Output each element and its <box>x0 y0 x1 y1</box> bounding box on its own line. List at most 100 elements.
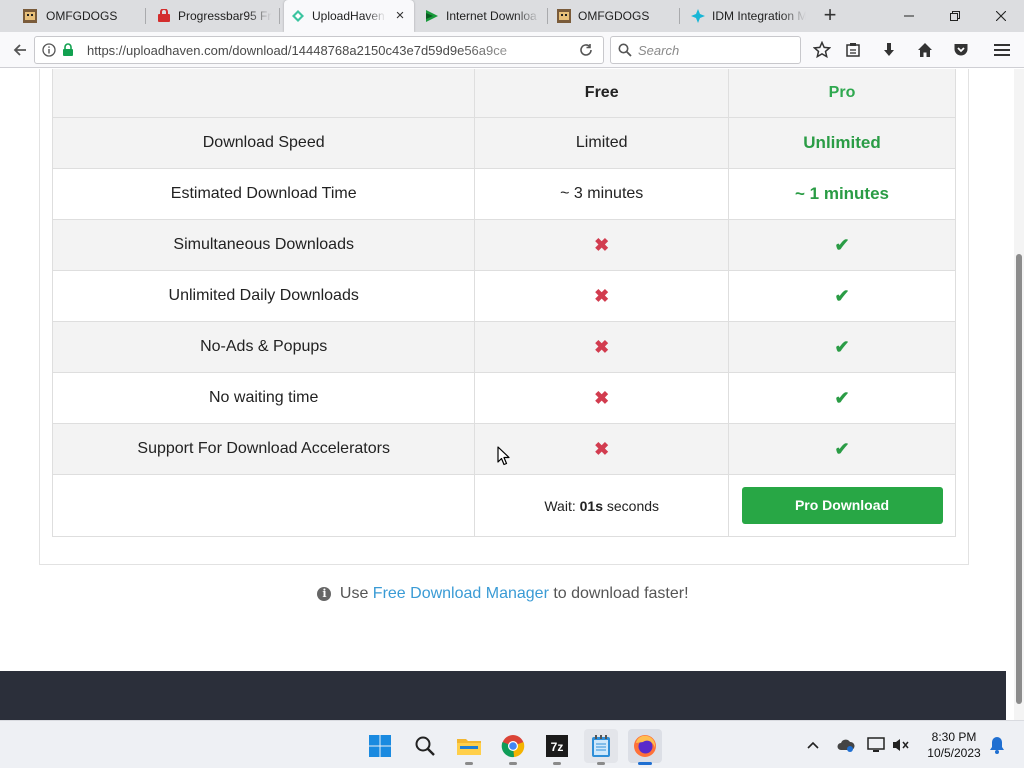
clipboard-icon <box>846 43 860 57</box>
table-header-row: Free Pro <box>51 69 956 118</box>
chevron-up-icon <box>807 741 819 749</box>
pro-value: Unlimited <box>728 117 956 169</box>
tip-suffix: to download faster! <box>553 585 689 602</box>
svg-text:7z: 7z <box>551 740 564 754</box>
close-tab-icon[interactable]: × <box>392 8 408 24</box>
pro-download-cell: Pro Download <box>728 474 956 537</box>
folder-icon <box>457 739 481 755</box>
home-icon <box>918 43 932 57</box>
search-icon <box>618 43 632 57</box>
feature-label: Unlimited Daily Downloads <box>51 270 476 322</box>
info-icon <box>42 43 56 57</box>
uploadhaven-favicon-icon <box>292 10 304 22</box>
minimize-icon <box>904 15 914 17</box>
reload-icon[interactable] <box>579 43 593 57</box>
bookmark-star-button[interactable] <box>810 38 834 62</box>
new-tab-button[interactable]: + <box>818 4 842 28</box>
cross-icon: ✖ <box>474 270 730 322</box>
show-hidden-icons-button[interactable] <box>803 735 823 755</box>
table-row: Simultaneous Downloads ✖ ✔ <box>51 219 956 271</box>
action-row: Wait: 01s seconds Pro Download <box>51 474 956 537</box>
url-text: https://uploadhaven.com/download/1444876… <box>87 43 507 58</box>
back-button[interactable] <box>8 38 32 62</box>
pocket-button[interactable] <box>949 38 973 62</box>
cross-icon: ✖ <box>474 372 730 424</box>
feature-label: No-Ads & Popups <box>51 321 476 373</box>
7zip-icon: 7z <box>546 735 568 757</box>
tab-idm-integration[interactable]: IDM Integration M <box>684 0 814 32</box>
windows-logo-icon <box>369 735 391 757</box>
firefox-icon <box>634 735 656 757</box>
feature-label: Estimated Download Time <box>51 168 476 220</box>
volume-tray[interactable] <box>891 735 911 755</box>
pro-value: ~ 1 minutes <box>728 168 956 220</box>
7zip-button[interactable]: 7z <box>540 729 574 765</box>
table-row: No waiting time ✖ ✔ <box>51 372 956 424</box>
check-icon: ✔ <box>728 270 956 322</box>
pocket-icon <box>954 44 968 56</box>
tab-internet-download[interactable]: Internet Downloa <box>418 0 548 32</box>
notifications-button[interactable] <box>987 735 1007 755</box>
file-explorer-button[interactable] <box>452 729 486 765</box>
tab-progressbar95[interactable]: Progressbar95 Fr <box>150 0 280 32</box>
page-footer <box>0 671 1006 720</box>
feature-label: Download Speed <box>51 117 476 169</box>
free-download-manager-link[interactable]: Free Download Manager <box>373 585 549 602</box>
dog-favicon-icon <box>23 9 37 23</box>
taskbar-search-button[interactable] <box>408 729 442 763</box>
tab-title: UploadHaven <box>312 9 385 23</box>
monitor-icon <box>867 737 885 752</box>
feature-label: Support For Download Accelerators <box>51 423 476 475</box>
download-arrow-icon <box>884 43 894 56</box>
url-bar[interactable]: https://uploadhaven.com/download/1444876… <box>34 36 604 64</box>
menu-button[interactable] <box>990 38 1014 62</box>
mouse-cursor-icon <box>497 446 510 466</box>
bell-icon <box>990 737 1004 754</box>
downloads-button[interactable] <box>877 38 901 62</box>
scrollbar-thumb[interactable] <box>1016 254 1022 704</box>
windows-taskbar: 7z 8:30 PM 10/5/2023 <box>0 720 1024 768</box>
check-icon: ✔ <box>728 423 956 475</box>
download-tip: i Use Free Download Manager to download … <box>0 585 1006 603</box>
idm-integration-favicon-icon <box>691 9 705 23</box>
onedrive-tray[interactable] <box>836 735 856 755</box>
start-button[interactable] <box>363 729 397 763</box>
tab-title: Internet Downloa <box>446 9 537 23</box>
check-icon: ✔ <box>728 219 956 271</box>
cross-icon: ✖ <box>474 219 730 271</box>
table-row: Estimated Download Time ~ 3 minutes ~ 1 … <box>51 168 956 220</box>
pro-plan-header: Pro <box>728 69 956 118</box>
minimize-button[interactable] <box>886 0 932 32</box>
reading-list-button[interactable] <box>841 38 865 62</box>
tab-omfgdogs-2[interactable]: OMFGDOGS <box>550 0 680 32</box>
firefox-button[interactable] <box>628 729 662 765</box>
navigation-toolbar: https://uploadhaven.com/download/1444876… <box>0 32 1024 68</box>
back-arrow-icon <box>13 44 26 56</box>
home-button[interactable] <box>913 38 937 62</box>
clock-time: 8:30 PM <box>931 730 977 744</box>
clock-date: 10/5/2023 <box>927 746 981 760</box>
system-clock[interactable]: 8:30 PM 10/5/2023 <box>918 729 990 761</box>
display-tray[interactable] <box>866 735 886 755</box>
tab-title: Progressbar95 Fr <box>178 9 272 23</box>
tab-title: OMFGDOGS <box>46 9 118 23</box>
cloud-icon <box>837 739 855 752</box>
search-icon <box>415 736 435 756</box>
chrome-icon <box>501 735 525 758</box>
progressbar-favicon-icon <box>158 9 170 22</box>
restore-button[interactable] <box>932 0 978 32</box>
search-input[interactable]: Search <box>610 36 801 64</box>
notepad-button[interactable] <box>584 729 618 765</box>
wait-countdown: Wait: 01s seconds <box>474 474 730 537</box>
close-window-button[interactable] <box>978 0 1024 32</box>
wait-prefix: Wait: <box>544 497 576 514</box>
tab-omfgdogs-1[interactable]: OMFGDOGS <box>16 0 146 32</box>
chrome-button[interactable] <box>496 729 530 765</box>
dog-favicon-icon <box>557 9 571 23</box>
notepad-icon <box>592 735 610 757</box>
tab-title: IDM Integration M <box>712 9 806 23</box>
lock-icon <box>63 43 73 56</box>
pro-download-button[interactable]: Pro Download <box>741 487 943 524</box>
vertical-scrollbar[interactable] <box>1014 69 1024 720</box>
tab-uploadhaven[interactable]: UploadHaven × <box>284 0 414 32</box>
